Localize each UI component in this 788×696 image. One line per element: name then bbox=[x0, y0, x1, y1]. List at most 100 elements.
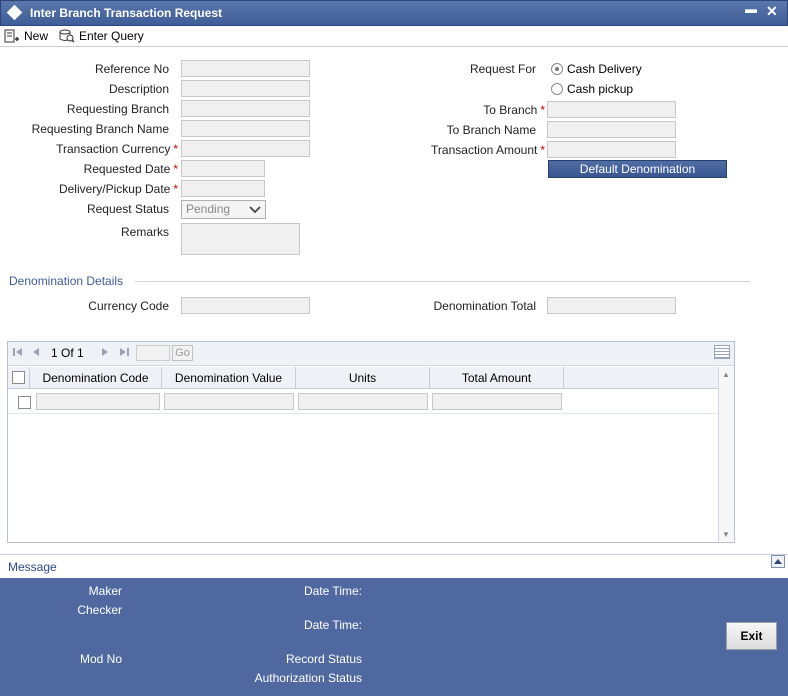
minimize-icon[interactable]: ▬ bbox=[745, 2, 757, 16]
denomination-value-cell[interactable] bbox=[164, 393, 294, 410]
to-branch-label: To Branch * bbox=[483, 103, 545, 117]
prev-page-icon[interactable] bbox=[31, 346, 41, 361]
collapse-icon[interactable] bbox=[771, 555, 785, 568]
checker-label: Checker bbox=[77, 603, 122, 617]
last-page-icon[interactable] bbox=[118, 346, 130, 361]
window-titlebar: Inter Branch Transaction Request ▬ ✕ bbox=[0, 0, 788, 26]
enter-query-label: Enter Query bbox=[79, 29, 144, 43]
request-status-select[interactable]: Pending bbox=[181, 200, 266, 219]
currency-code-field[interactable] bbox=[181, 297, 310, 314]
denomination-total-label: Denomination Total bbox=[433, 299, 536, 313]
delivery-pickup-date-text: Delivery/Pickup Date bbox=[58, 182, 171, 196]
to-branch-field[interactable] bbox=[547, 101, 676, 118]
description-label: Description bbox=[108, 82, 169, 96]
mod-no-label: Mod No bbox=[79, 652, 122, 666]
grid-vertical-scrollbar[interactable]: ▲ ▼ bbox=[718, 367, 734, 542]
message-label[interactable]: Message bbox=[8, 560, 57, 574]
request-status-value: Pending bbox=[186, 202, 231, 216]
to-branch-name-field[interactable] bbox=[547, 121, 676, 138]
new-button[interactable]: New bbox=[4, 28, 48, 44]
go-button[interactable]: Go bbox=[172, 345, 193, 361]
request-status-label: Request Status bbox=[86, 202, 169, 216]
select-all-checkbox[interactable] bbox=[12, 371, 25, 384]
page-number-input[interactable] bbox=[136, 345, 170, 361]
row-checkbox[interactable] bbox=[18, 396, 31, 409]
new-label: New bbox=[24, 29, 49, 43]
table-row bbox=[8, 390, 718, 414]
select-all-cell bbox=[8, 367, 30, 389]
request-for-label: Request For bbox=[469, 62, 536, 76]
section-divider bbox=[135, 281, 750, 282]
reference-no-field[interactable] bbox=[181, 60, 310, 77]
remarks-label: Remarks bbox=[120, 225, 169, 239]
app-diamond-icon bbox=[6, 4, 23, 21]
window-title: Inter Branch Transaction Request bbox=[30, 6, 223, 20]
requesting-branch-name-field[interactable] bbox=[181, 120, 310, 137]
transaction-currency-text: Transaction Currency bbox=[56, 142, 171, 156]
authorization-status-label: Authorization Status bbox=[254, 671, 362, 685]
transaction-amount-text: Transaction Amount bbox=[431, 143, 538, 157]
radio-unselected-icon bbox=[551, 83, 563, 95]
grid-header: Denomination Code Denomination Value Uni… bbox=[8, 367, 718, 389]
next-page-icon[interactable] bbox=[100, 346, 110, 361]
requested-date-label: Requested Date * bbox=[84, 162, 178, 176]
requesting-branch-label: Requesting Branch bbox=[66, 102, 169, 116]
required-mark: * bbox=[173, 162, 178, 176]
denomination-section-title: Denomination Details bbox=[9, 274, 124, 288]
denomination-grid: 1 Of 1 Go Denomination Code Denomination… bbox=[7, 341, 735, 543]
required-mark: * bbox=[173, 142, 178, 156]
page-of: Of bbox=[61, 346, 74, 360]
requesting-branch-name-label: Requesting Branch Name bbox=[31, 122, 169, 136]
maker-label: Maker bbox=[88, 584, 122, 598]
required-mark: * bbox=[173, 182, 178, 196]
column-total-amount[interactable]: Total Amount bbox=[430, 367, 564, 389]
to-branch-name-label: To Branch Name bbox=[446, 123, 536, 137]
enter-query-button[interactable]: Enter Query bbox=[59, 28, 144, 44]
cash-pickup-radio[interactable]: Cash pickup bbox=[551, 82, 633, 96]
requested-date-field[interactable] bbox=[181, 160, 265, 177]
total-amount-cell[interactable] bbox=[432, 393, 562, 410]
new-document-icon bbox=[4, 29, 19, 43]
radio-selected-icon bbox=[551, 63, 563, 75]
required-mark: * bbox=[540, 103, 545, 117]
column-denomination-value[interactable]: Denomination Value bbox=[162, 367, 296, 389]
scroll-up-icon[interactable]: ▲ bbox=[722, 370, 730, 379]
to-branch-text: To Branch bbox=[483, 103, 538, 117]
denomination-code-cell[interactable] bbox=[36, 393, 160, 410]
audit-footer: Maker Checker Mod No Date Time: Date Tim… bbox=[0, 578, 788, 696]
column-list-icon[interactable] bbox=[714, 345, 730, 359]
default-denomination-button[interactable]: Default Denomination bbox=[548, 160, 727, 178]
column-units[interactable]: Units bbox=[296, 367, 430, 389]
column-denomination-code[interactable]: Denomination Code bbox=[30, 367, 162, 389]
units-cell[interactable] bbox=[298, 393, 428, 410]
toolbar: New Enter Query bbox=[0, 26, 788, 47]
first-page-icon[interactable] bbox=[12, 346, 24, 361]
transaction-currency-label: Transaction Currency * bbox=[56, 142, 178, 156]
denomination-total-field[interactable] bbox=[547, 297, 676, 314]
close-icon[interactable]: ✕ bbox=[766, 3, 778, 20]
cash-delivery-radio[interactable]: Cash Delivery bbox=[551, 62, 642, 76]
reference-no-label: Reference No bbox=[94, 62, 169, 76]
page-current: 1 bbox=[51, 346, 58, 360]
exit-button[interactable]: Exit bbox=[726, 622, 777, 650]
maker-date-time-label: Date Time: bbox=[303, 584, 362, 598]
message-bar: Message bbox=[0, 554, 788, 578]
record-status-label: Record Status bbox=[285, 652, 362, 666]
remarks-field[interactable] bbox=[181, 223, 300, 255]
requesting-branch-field[interactable] bbox=[181, 100, 310, 117]
chevron-down-icon bbox=[249, 201, 261, 224]
currency-code-label: Currency Code bbox=[88, 299, 169, 313]
cash-pickup-label: Cash pickup bbox=[567, 82, 634, 96]
description-field[interactable] bbox=[181, 80, 310, 97]
transaction-currency-field[interactable] bbox=[181, 140, 310, 157]
checker-date-time-label: Date Time: bbox=[303, 618, 362, 632]
page-indicator: 1 Of 1 bbox=[51, 346, 84, 360]
page-total: 1 bbox=[77, 346, 84, 360]
scroll-down-icon[interactable]: ▼ bbox=[722, 530, 730, 539]
cash-delivery-label: Cash Delivery bbox=[567, 62, 642, 76]
delivery-pickup-date-label: Delivery/Pickup Date * bbox=[59, 182, 178, 196]
required-mark: * bbox=[540, 143, 545, 157]
delivery-pickup-date-field[interactable] bbox=[181, 180, 265, 197]
transaction-amount-field[interactable] bbox=[547, 141, 676, 158]
transaction-amount-label: Transaction Amount * bbox=[431, 143, 545, 157]
